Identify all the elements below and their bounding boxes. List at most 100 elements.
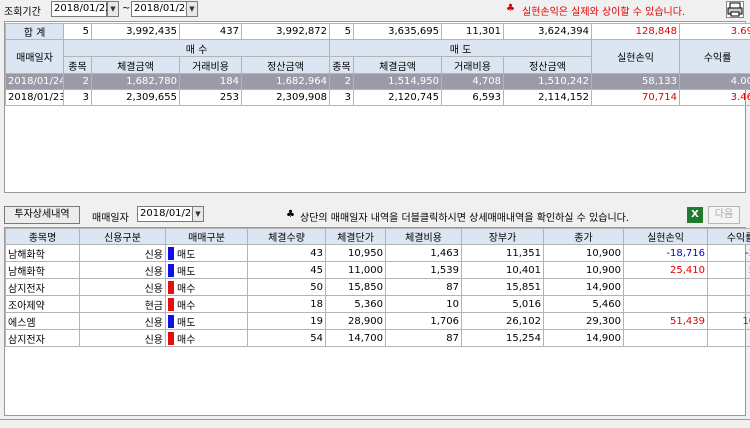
row-rate: 5.43 — [707, 261, 750, 279]
row-cost: 1,463 — [385, 244, 462, 262]
row-profit — [623, 278, 708, 296]
row-date: 2018/01/24 — [5, 73, 64, 90]
table-row[interactable]: 2018/01/24 2 1,682,780 184 1,682,964 2 1… — [5, 73, 750, 90]
date-from-dropdown-icon[interactable]: ▼ — [107, 1, 119, 17]
row-date: 2018/01/23 — [5, 89, 64, 106]
table-row[interactable]: 삼지전자 신용 매수 50 15,850 87 15,851 14,900 — [5, 278, 750, 296]
row-rate: -3.83 — [707, 244, 750, 262]
trade-date-dropdown-icon[interactable]: ▼ — [192, 206, 204, 222]
period-label: 조회기간 — [4, 7, 41, 18]
row-buy-count: 2 — [63, 73, 92, 90]
row-book: 11,351 — [461, 244, 544, 262]
row-trade-label: 매수 — [177, 283, 196, 295]
header-row-group: 매매일자 매 수 매 도 실현손익 수익률 — [5, 39, 750, 74]
table-row[interactable]: 남해화학 신용 매도 43 10,950 1,463 11,351 10,900… — [5, 244, 750, 262]
row-name: 에스엠 — [5, 312, 80, 330]
row-sell-count: 3 — [329, 89, 354, 106]
row-profit: 51,439 — [623, 312, 708, 330]
summary-rate: 3.69 — [679, 23, 750, 40]
row-name: 조아제약 — [5, 295, 80, 313]
row-rate — [707, 329, 750, 347]
summary-label: 합 계 — [5, 23, 64, 40]
date-from-input[interactable]: 2018/01/22 — [51, 1, 112, 17]
col-buy-amount-header: 체결금액 — [91, 56, 180, 74]
row-qty: 50 — [247, 278, 326, 296]
sell-marker-icon — [168, 263, 174, 277]
table-row[interactable]: 조아제약 현금 매수 18 5,360 10 5,016 5,460 — [5, 295, 750, 313]
summary-sell-count: 5 — [329, 23, 354, 40]
row-profit — [623, 329, 708, 347]
sell-marker-icon — [168, 314, 174, 328]
daily-summary-panel: 합 계 5 3,992,435 437 3,992,872 5 3,635,69… — [4, 21, 750, 193]
date-to-dropdown-icon[interactable]: ▼ — [186, 1, 198, 17]
range-separator: ~ — [122, 3, 131, 14]
detail-bar: 투자상세내역 매매일자 2018/01/24 ▼ ♣ 상단의 매매일자 내역을 … — [0, 202, 750, 226]
summary-sell-fee: 11,301 — [441, 23, 504, 40]
row-price: 5,360 — [325, 295, 386, 313]
row-buy-settle: 1,682,964 — [241, 73, 330, 90]
row-buy-fee: 253 — [179, 89, 242, 106]
trade-date-input[interactable]: 2018/01/24 — [137, 206, 198, 222]
row-credit: 현금 — [79, 295, 166, 313]
col-profit-header: 실현손익 — [623, 228, 708, 245]
table-row[interactable]: 에스엠 신용 매도 19 28,900 1,706 26,102 29,300 … — [5, 312, 750, 330]
row-price: 11,000 — [325, 261, 386, 279]
table-row[interactable]: 삼지전자 신용 매수 54 14,700 87 15,254 14,900 — [5, 329, 750, 347]
col-rate-header: 수익률 — [707, 228, 750, 245]
row-trade-type: 매수 — [165, 278, 248, 296]
col-buy-fee-header: 거래비용 — [179, 56, 242, 74]
buy-marker-icon — [168, 331, 174, 345]
next-button[interactable]: 다음 — [708, 206, 740, 224]
col-rate-header: 수익률 — [679, 39, 750, 74]
filter-bar: 조회기간 2018/01/22 ▼ ~ 2018/01/24 ▼ ♣ 실현손익은… — [0, 0, 750, 20]
row-trade-type: 매수 — [165, 295, 248, 313]
summary-buy-settle: 3,992,872 — [241, 23, 330, 40]
row-rate — [707, 295, 750, 313]
summary-sell-amount: 3,635,695 — [353, 23, 442, 40]
row-qty: 54 — [247, 329, 326, 347]
row-credit: 신용 — [79, 312, 166, 330]
row-sell-amount: 2,120,745 — [353, 89, 442, 106]
row-cost: 10 — [385, 295, 462, 313]
row-qty: 43 — [247, 244, 326, 262]
excel-icon[interactable]: X — [687, 207, 703, 223]
row-book: 26,102 — [461, 312, 544, 330]
row-profit: 58,133 — [591, 73, 680, 90]
row-sell-settle: 2,114,152 — [503, 89, 592, 106]
club-icon: ♣ — [506, 3, 515, 14]
row-price: 15,850 — [325, 278, 386, 296]
row-buy-count: 3 — [63, 89, 92, 106]
table-row[interactable]: 남해화학 신용 매도 45 11,000 1,539 10,401 10,900… — [5, 261, 750, 279]
row-rate: 10.37 — [707, 312, 750, 330]
col-cost-header: 체결비용 — [385, 228, 462, 245]
row-price: 28,900 — [325, 312, 386, 330]
table-row[interactable]: 2018/01/23 3 2,309,655 253 2,309,908 3 2… — [5, 89, 750, 106]
row-trade-label: 매수 — [177, 334, 196, 346]
row-buy-settle: 2,309,908 — [241, 89, 330, 106]
col-date-header: 매매일자 — [5, 39, 64, 74]
print-icon[interactable] — [726, 1, 744, 18]
row-qty: 19 — [247, 312, 326, 330]
row-name: 삼지전자 — [5, 278, 80, 296]
investment-detail-button[interactable]: 투자상세내역 — [4, 206, 80, 224]
row-trade-type: 매도 — [165, 244, 248, 262]
row-profit: 25,410 — [623, 261, 708, 279]
row-close: 10,900 — [543, 244, 624, 262]
col-buy-count-header: 종목 — [63, 56, 92, 74]
trade-detail-table: 종목명 신용구분 매매구분 체결수량 체결단가 체결비용 장부가 종가 실현손익… — [5, 228, 750, 347]
row-credit: 신용 — [79, 329, 166, 347]
row-sell-fee: 4,708 — [441, 73, 504, 90]
col-profit-header: 실현손익 — [591, 39, 680, 74]
summary-buy-count: 5 — [63, 23, 92, 40]
row-trade-label: 매도 — [177, 249, 196, 261]
date-to-input[interactable]: 2018/01/24 — [131, 1, 192, 17]
row-close: 29,300 — [543, 312, 624, 330]
detail-hint: 상단의 매매일자 내역을 더블클릭하시면 상세매매내역을 확인하실 수 있습니다… — [300, 213, 630, 224]
buy-marker-icon — [168, 297, 174, 311]
col-buy-settle-header: 정산금액 — [241, 56, 330, 74]
col-close-header: 종가 — [543, 228, 624, 245]
row-trade-type: 매도 — [165, 261, 248, 279]
row-cost: 87 — [385, 278, 462, 296]
row-book: 10,401 — [461, 261, 544, 279]
col-name-header: 종목명 — [5, 228, 80, 245]
